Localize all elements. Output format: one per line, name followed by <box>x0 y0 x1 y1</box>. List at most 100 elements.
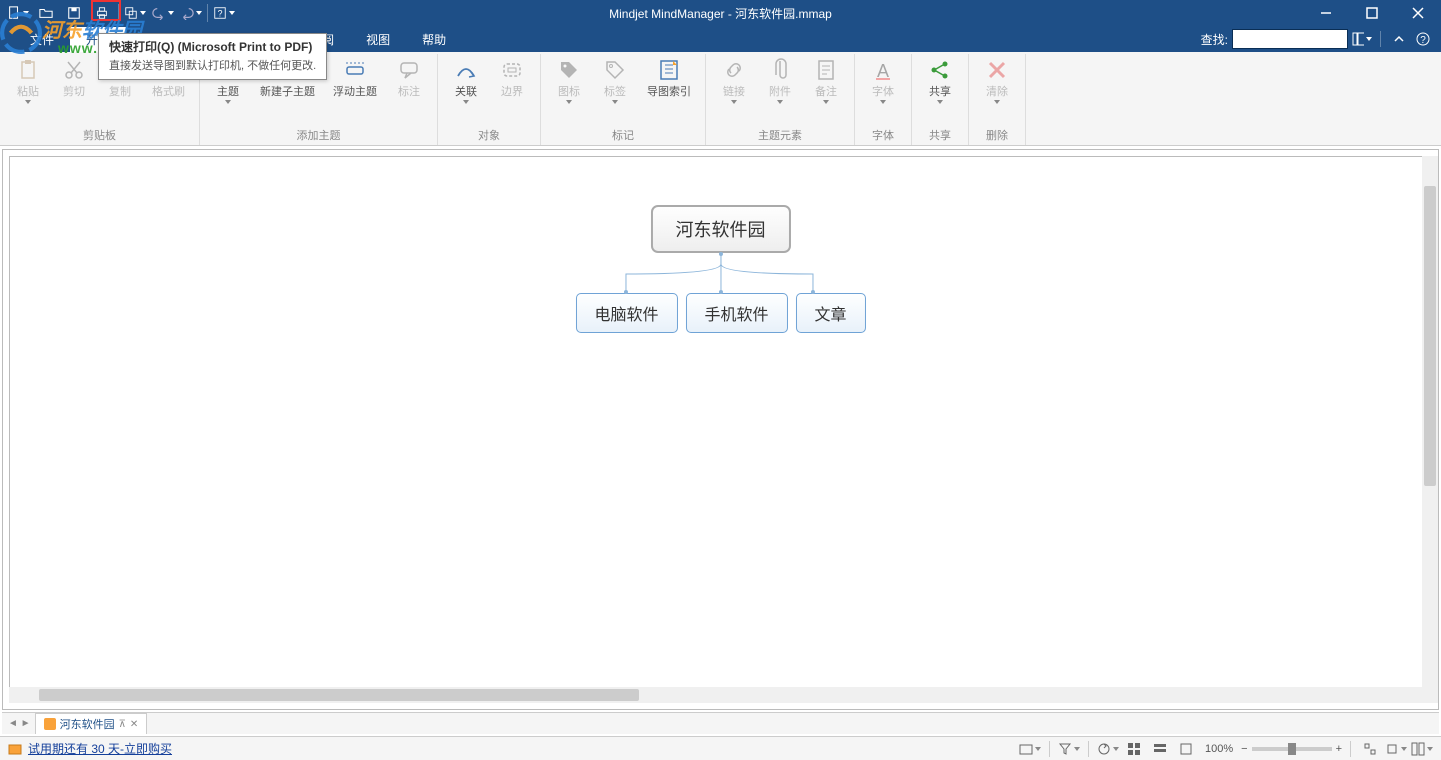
clipboard-icon <box>14 56 42 84</box>
ribbon-button-label: 清除 <box>986 86 1008 104</box>
floating-topic-button[interactable]: 浮动主题 <box>325 54 385 100</box>
expand1-icon[interactable] <box>1359 740 1381 758</box>
relationship-button[interactable]: 关联 <box>444 54 488 106</box>
mindmap-children: 电脑软件 手机软件 文章 <box>575 293 865 333</box>
mindmap-file-icon <box>44 718 56 730</box>
ribbon-group-label: 标记 <box>547 127 699 145</box>
collapse-ribbon-icon[interactable] <box>1389 29 1409 49</box>
ribbon-group-label: 对象 <box>444 127 534 145</box>
save-icon[interactable] <box>60 1 88 25</box>
document-tab[interactable]: 河东软件园 ⊼ ✕ <box>35 713 148 734</box>
print-icon[interactable] <box>88 1 116 25</box>
mindmap-root-node[interactable]: 河东软件园 <box>650 205 790 253</box>
zoom-in-button[interactable]: + <box>1336 743 1342 755</box>
ribbon-group-label: 剪贴板 <box>6 127 193 145</box>
cascade-icon[interactable] <box>121 1 149 25</box>
titlebar: ? Mindjet MindManager - 河东软件园.mmap <box>0 0 1441 26</box>
canvas-wrapper: 河东软件园 电脑软件 手机软件 文章 <box>2 149 1439 710</box>
ribbon-group-label: 字体 <box>861 127 905 145</box>
boundary-button: 边界 <box>490 54 534 100</box>
callout-icon <box>395 56 423 84</box>
zoom-level[interactable]: 100% <box>1201 743 1237 755</box>
ribbon-group: 共享共享 <box>912 54 969 145</box>
redo-icon[interactable] <box>177 1 205 25</box>
layout2-icon[interactable] <box>1149 740 1171 758</box>
new-file-icon[interactable] <box>4 1 32 25</box>
font-button: A 字体 <box>861 54 905 106</box>
zoom-out-button[interactable]: − <box>1241 743 1247 755</box>
search-input[interactable] <box>1232 29 1348 49</box>
ribbon-button-label: 备注 <box>815 86 837 104</box>
ribbon-group-label: 删除 <box>975 127 1019 145</box>
zoom-slider[interactable] <box>1252 747 1332 751</box>
ribbon-group: 链接附件备注主题元素 <box>706 54 855 145</box>
mindmap-canvas[interactable]: 河东软件园 电脑软件 手机软件 文章 <box>9 156 1432 703</box>
ribbon-button-label: 标注 <box>398 86 420 98</box>
attach-icon <box>766 56 794 84</box>
tag-outline-icon <box>601 56 629 84</box>
ribbon-button-label: 新建子主题 <box>260 86 315 98</box>
cut-button: 剪切 <box>52 54 96 100</box>
vertical-scrollbar[interactable] <box>1422 156 1438 687</box>
close-button[interactable] <box>1395 0 1441 26</box>
share-button[interactable]: 共享 <box>918 54 962 106</box>
document-tabs-bar: ◄ ► 河东软件园 ⊼ ✕ <box>2 712 1439 734</box>
ribbon-group: 清除删除 <box>969 54 1026 145</box>
maximize-button[interactable] <box>1349 0 1395 26</box>
tag-solid-icon <box>555 56 583 84</box>
menu-file[interactable]: 文件 <box>14 27 70 52</box>
fit-icon[interactable] <box>1175 740 1197 758</box>
help-dropdown-icon[interactable]: ? <box>210 1 238 25</box>
link-button: 链接 <box>712 54 756 106</box>
open-file-icon[interactable] <box>32 1 60 25</box>
search-label: 查找: <box>1201 31 1228 48</box>
ribbon-group-label: 主题元素 <box>712 127 848 145</box>
refresh-icon[interactable] <box>1097 740 1119 758</box>
minimize-button[interactable] <box>1303 0 1349 26</box>
attachment-button: 附件 <box>758 54 802 106</box>
share-icon <box>926 56 954 84</box>
ribbon-button-label: 链接 <box>723 86 745 104</box>
horizontal-scrollbar[interactable] <box>9 687 1422 703</box>
font-icon: A <box>869 56 897 84</box>
tooltip-title: 快速打印(Q) (Microsoft Print to PDF) <box>109 38 316 55</box>
menu-view[interactable]: 视图 <box>350 27 406 52</box>
ribbon-button-label: 复制 <box>109 86 131 98</box>
undo-icon[interactable] <box>149 1 177 25</box>
ribbon-group: 关联边界对象 <box>438 54 541 145</box>
ribbon-button-label: 粘贴 <box>17 86 39 104</box>
mindmap-child-node[interactable]: 手机软件 <box>685 293 787 333</box>
icons-button: 图标 <box>547 54 591 106</box>
quick-print-tooltip: 快速打印(Q) (Microsoft Print to PDF) 直接发送导图到… <box>98 33 327 80</box>
link-icon <box>720 56 748 84</box>
index-icon <box>655 56 683 84</box>
mindmap-child-node[interactable]: 文章 <box>796 293 866 333</box>
tab-nav-arrows[interactable]: ◄ ► <box>8 718 31 729</box>
quick-access-toolbar: ? <box>0 1 238 25</box>
pin-icon[interactable]: ⊼ <box>119 719 126 730</box>
document-tab-label: 河东软件园 <box>60 716 115 732</box>
layout1-icon[interactable] <box>1123 740 1145 758</box>
vertical-scroll-thumb[interactable] <box>1424 186 1436 486</box>
ribbon-button-label: 剪切 <box>63 86 85 98</box>
ribbon-button-label: 标签 <box>604 86 626 104</box>
menu-help[interactable]: 帮助 <box>406 27 462 52</box>
panel-toggle-icon[interactable] <box>1352 29 1372 49</box>
horizontal-scroll-thumb[interactable] <box>39 689 639 701</box>
ribbon-button-label: 字体 <box>872 86 894 104</box>
svg-text:?: ? <box>1420 35 1426 46</box>
filter-icon[interactable] <box>1058 740 1080 758</box>
view-mode-icon[interactable] <box>1019 740 1041 758</box>
ribbon-group-label: 共享 <box>918 127 962 145</box>
trial-purchase-link[interactable]: 试用期还有 30 天-立即购买 <box>28 740 172 757</box>
scroll-corner <box>1422 687 1438 703</box>
map-index-button[interactable]: 导图索引 <box>639 54 699 100</box>
close-tab-icon[interactable]: ✕ <box>130 719 138 730</box>
ribbon-button-label: 浮动主题 <box>333 86 377 98</box>
mindmap-child-node[interactable]: 电脑软件 <box>575 293 677 333</box>
help-icon[interactable]: ? <box>1413 29 1433 49</box>
mindmap: 河东软件园 电脑软件 手机软件 文章 <box>575 205 865 333</box>
window-controls <box>1303 0 1441 26</box>
expand2-icon[interactable] <box>1385 740 1407 758</box>
panel-config-icon[interactable] <box>1411 740 1433 758</box>
